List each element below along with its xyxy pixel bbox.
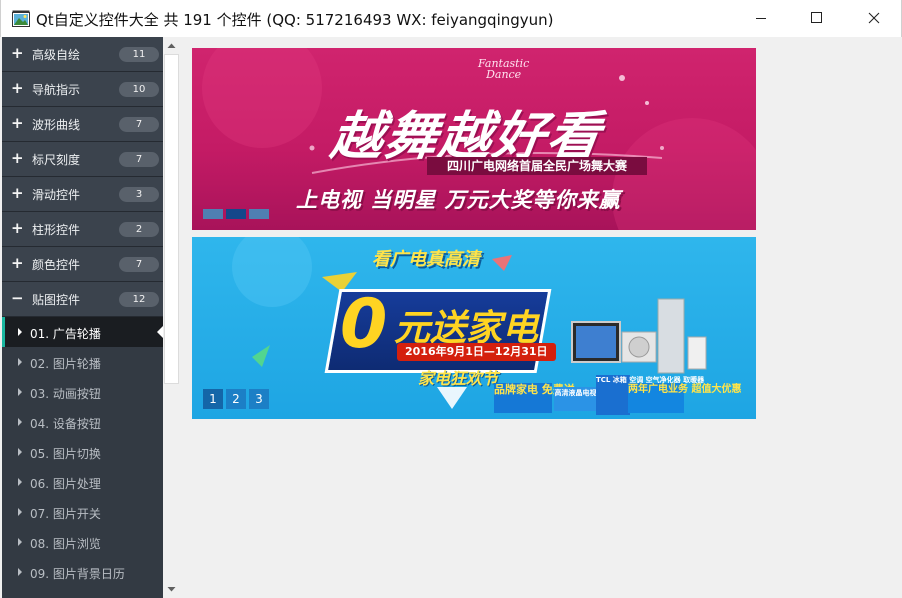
close-button[interactable]	[851, 0, 897, 36]
banner-tag: 两年广电业务 超值大优惠	[628, 383, 741, 413]
title-bar[interactable]: Qt自定义控件大全 共 191 个控件 (QQ: 517216493 WX: f…	[0, 0, 902, 37]
triangle-right-icon	[18, 388, 22, 396]
nav-group-label: 导航指示	[32, 83, 81, 97]
triangle-right-icon	[18, 508, 22, 516]
nav-group-navigation[interactable]: + 导航指示 10	[2, 72, 163, 107]
nav-group-slider[interactable]: + 滑动控件 3	[2, 177, 163, 212]
minimize-icon	[756, 18, 766, 19]
expand-icon: +	[11, 114, 24, 132]
nav-item-label: 05. 图片切换	[30, 447, 101, 461]
count-badge: 7	[119, 117, 159, 132]
nav-item-label: 06. 图片处理	[30, 477, 101, 491]
script-line: Dance	[486, 68, 522, 81]
nav-item-image-calendar[interactable]: 09. 图片背景日历	[2, 557, 163, 587]
count-badge: 11	[119, 47, 159, 62]
maximize-icon	[811, 12, 822, 23]
triangle-right-icon	[18, 478, 22, 486]
count-badge: 7	[119, 152, 159, 167]
nav-item-label: 03. 动画按钮	[30, 387, 101, 401]
triangle-right-icon	[18, 358, 22, 366]
nav-group-bar[interactable]: + 柱形控件 2	[2, 212, 163, 247]
expand-icon: +	[11, 254, 24, 272]
nav-group-label: 贴图控件	[32, 293, 81, 307]
expand-icon: +	[11, 219, 24, 237]
nav-item-label: 02. 图片轮播	[30, 357, 101, 371]
nav-group-label: 滑动控件	[32, 188, 81, 202]
nav-group-label: 柱形控件	[32, 223, 81, 237]
main-content: + 高级自绘 11 + 导航指示 10 + 波形曲线 7 + 标尺刻度 7 + …	[0, 37, 902, 598]
count-badge: 12	[119, 292, 159, 307]
app-window-icon	[12, 10, 30, 27]
maximize-button[interactable]	[793, 0, 839, 36]
banner-heading: 看广电真高清	[372, 249, 480, 270]
carousel-indicator-3[interactable]	[249, 209, 269, 219]
expand-icon: +	[11, 79, 24, 97]
sidebar-scrollbar[interactable]	[163, 37, 180, 598]
nav-group-advanced-draw[interactable]: + 高级自绘 11	[2, 37, 163, 72]
nav-group-image[interactable]: − 贴图控件 12	[2, 282, 163, 317]
nav-group-label: 颜色控件	[32, 258, 81, 272]
triangle-right-icon	[18, 418, 22, 426]
banner-subtitle: 四川广电网络首届全民广场舞大赛	[427, 157, 647, 175]
ad-banner-dance[interactable]: Fantastic Dance 越舞越好看 四川广电网络首届全民广场舞大赛 上电…	[192, 48, 756, 230]
carousel-page-2[interactable]: 2	[226, 389, 246, 409]
nav-item-label: 08. 图片浏览	[30, 537, 101, 551]
carousel-page-1[interactable]: 1	[203, 389, 223, 409]
nav-group-waveform[interactable]: + 波形曲线 7	[2, 107, 163, 142]
triangle-right-icon	[18, 538, 22, 546]
expand-icon: +	[11, 44, 24, 62]
nav-group-ruler[interactable]: + 标尺刻度 7	[2, 142, 163, 177]
triangle-right-icon	[18, 568, 22, 576]
banner-zero: 0	[340, 285, 388, 364]
minimize-button[interactable]	[738, 0, 784, 36]
carousel-indicator-2[interactable]	[226, 209, 246, 219]
count-badge: 7	[119, 257, 159, 272]
count-badge: 2	[119, 222, 159, 237]
active-indicator	[2, 317, 5, 347]
nav-item-image-switch[interactable]: 05. 图片切换	[2, 437, 163, 467]
nav-group-label: 高级自绘	[32, 48, 81, 62]
expand-icon: +	[11, 149, 24, 167]
ad-banner-appliances[interactable]: 看广电真高清 0 元送家电 2016年9月1日—12月31日 家电狂欢节 品牌家…	[192, 237, 756, 419]
scroll-thumb[interactable]	[164, 54, 179, 384]
count-badge: 3	[119, 187, 159, 202]
navigation-sidebar: + 高级自绘 11 + 导航指示 10 + 波形曲线 7 + 标尺刻度 7 + …	[2, 37, 163, 598]
nav-item-label: 04. 设备按钮	[30, 417, 101, 431]
scroll-down-arrow-icon[interactable]	[163, 581, 180, 598]
window-title: Qt自定义控件大全 共 191 个控件 (QQ: 517216493 WX: f…	[36, 11, 554, 29]
nav-item-image-toggle[interactable]: 07. 图片开关	[2, 497, 163, 527]
nav-group-color[interactable]: + 颜色控件 7	[2, 247, 163, 282]
carousel-page-3[interactable]: 3	[249, 389, 269, 409]
scroll-up-arrow-icon[interactable]	[163, 37, 180, 54]
nav-item-ad-carousel[interactable]: 01. 广告轮播	[2, 317, 163, 347]
banner-festival: 家电狂欢节	[418, 369, 499, 388]
nav-item-label: 01. 广告轮播	[30, 327, 101, 341]
nav-item-animated-button[interactable]: 03. 动画按钮	[2, 377, 163, 407]
triangle-right-icon	[18, 328, 22, 336]
banner-tag: 品牌家电 免费送	[494, 383, 575, 413]
banner-slogan: 上电视 当明星 万元大奖等你来赢	[296, 188, 621, 212]
nav-item-label: 09. 图片背景日历	[30, 567, 125, 581]
close-icon	[868, 12, 880, 24]
nav-item-label: 07. 图片开关	[30, 507, 101, 521]
nav-item-image-carousel[interactable]: 02. 图片轮播	[2, 347, 163, 377]
expand-icon: +	[11, 184, 24, 202]
carousel-indicator-1[interactable]	[203, 209, 223, 219]
count-badge: 10	[119, 82, 159, 97]
nav-group-label: 波形曲线	[32, 118, 81, 132]
nav-group-label: 标尺刻度	[32, 153, 81, 167]
collapse-icon: −	[11, 289, 24, 307]
banner-script-text: Fantastic Dance	[478, 58, 529, 80]
nav-item-image-processing[interactable]: 06. 图片处理	[2, 467, 163, 497]
nav-item-device-button[interactable]: 04. 设备按钮	[2, 407, 163, 437]
triangle-right-icon	[18, 448, 22, 456]
banner-tag: TCL 冰箱 空调 空气净化器 取暖器	[596, 375, 704, 415]
nav-item-image-browser[interactable]: 08. 图片浏览	[2, 527, 163, 557]
banner-date: 2016年9月1日—12月31日	[397, 343, 556, 361]
